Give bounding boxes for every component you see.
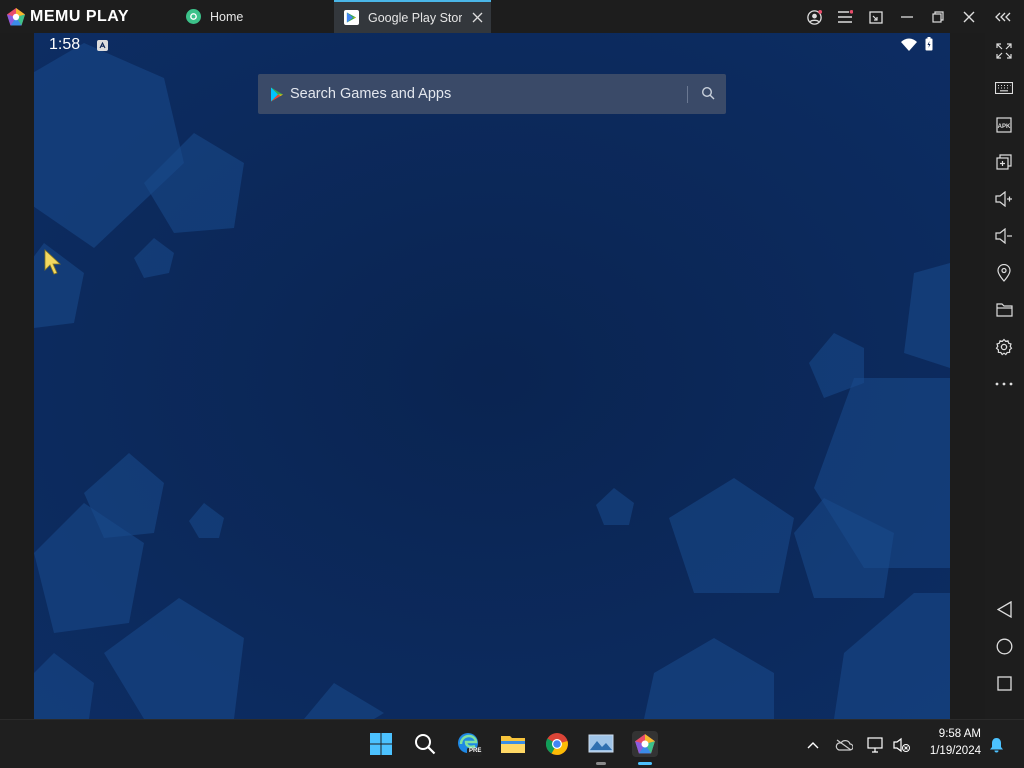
app-name: MEMU PLAY [30, 7, 130, 25]
battery-icon [925, 37, 933, 56]
keyboard-indicator-icon [97, 40, 108, 51]
restore-icon[interactable] [929, 8, 947, 26]
chrome-icon[interactable] [544, 731, 570, 757]
photos-app-icon[interactable] [588, 731, 614, 765]
notification-bell-icon[interactable] [987, 736, 1005, 754]
show-hidden-icons-icon[interactable] [804, 736, 822, 754]
memu-logo-icon [7, 7, 25, 25]
keyboard-icon[interactable] [994, 78, 1014, 98]
apk-icon[interactable]: APK [994, 115, 1014, 135]
close-tab-icon[interactable] [471, 12, 483, 24]
tab-play-store[interactable]: Google Play Store [334, 0, 491, 33]
tab-home[interactable]: Home [186, 0, 332, 33]
collapse-sidebar-icon[interactable] [994, 8, 1014, 26]
play-logo-icon [270, 87, 284, 102]
file-explorer-icon[interactable] [500, 731, 526, 757]
onedrive-icon[interactable] [835, 736, 853, 754]
search-divider [687, 86, 688, 103]
title-bar: MEMU PLAY Home Google Play Store [0, 0, 1024, 33]
android-status-bar: 1:58 [34, 33, 950, 59]
more-icon[interactable] [994, 374, 1014, 394]
play-search-bar[interactable]: Search Games and Apps [258, 74, 726, 114]
volume-muted-icon[interactable] [893, 736, 911, 754]
menu-icon[interactable] [836, 8, 854, 26]
search-taskbar-icon[interactable] [412, 731, 438, 757]
active-indicator [638, 762, 652, 765]
play-store-icon [344, 10, 359, 25]
android-clock: 1:58 [49, 36, 81, 53]
folder-icon[interactable] [994, 300, 1014, 320]
volume-up-icon[interactable] [994, 189, 1014, 209]
memu-toolbar: APK [985, 33, 1024, 719]
location-icon[interactable] [994, 263, 1014, 283]
edge-preview-badge: PRE [469, 748, 482, 754]
home-icon[interactable] [994, 636, 1014, 656]
close-window-icon[interactable] [960, 8, 978, 26]
wallpaper [34, 33, 950, 719]
back-icon[interactable] [994, 599, 1014, 619]
search-icon[interactable] [701, 86, 717, 102]
memu-window: MEMU PLAY Home Google Play Store 1:58 Se… [0, 0, 1024, 768]
start-icon[interactable] [368, 731, 394, 757]
minimize-icon[interactable] [898, 8, 916, 26]
system-time[interactable]: 9:58 AM [926, 728, 981, 740]
memu-taskbar-icon[interactable] [632, 731, 658, 765]
tab-home-label: Home [210, 9, 244, 24]
svg-text:APK: APK [998, 124, 1011, 130]
android-screen[interactable]: 1:58 Search Games and Apps [34, 33, 950, 719]
account-icon[interactable] [805, 8, 823, 26]
search-input[interactable]: Search Games and Apps [290, 86, 451, 102]
fullscreen-icon[interactable] [994, 41, 1014, 61]
memu-logo: MEMU PLAY [6, 6, 129, 27]
windows-taskbar: PRE 9:58 AM 1/19/2024 [0, 719, 1024, 768]
edge-preview-icon[interactable]: PRE [456, 731, 482, 757]
picture-in-picture-icon[interactable] [867, 8, 885, 26]
tab-play-store-label: Google Play Store [368, 10, 462, 25]
volume-down-icon[interactable] [994, 226, 1014, 246]
running-indicator [596, 762, 606, 765]
wifi-icon [901, 38, 917, 56]
settings-icon[interactable] [994, 337, 1014, 357]
recents-icon[interactable] [994, 673, 1014, 693]
memu-home-icon [186, 9, 201, 24]
system-date[interactable]: 1/19/2024 [920, 745, 981, 757]
mouse-cursor-icon [44, 249, 62, 280]
multi-instance-icon[interactable] [994, 152, 1014, 172]
network-icon[interactable] [867, 736, 885, 754]
